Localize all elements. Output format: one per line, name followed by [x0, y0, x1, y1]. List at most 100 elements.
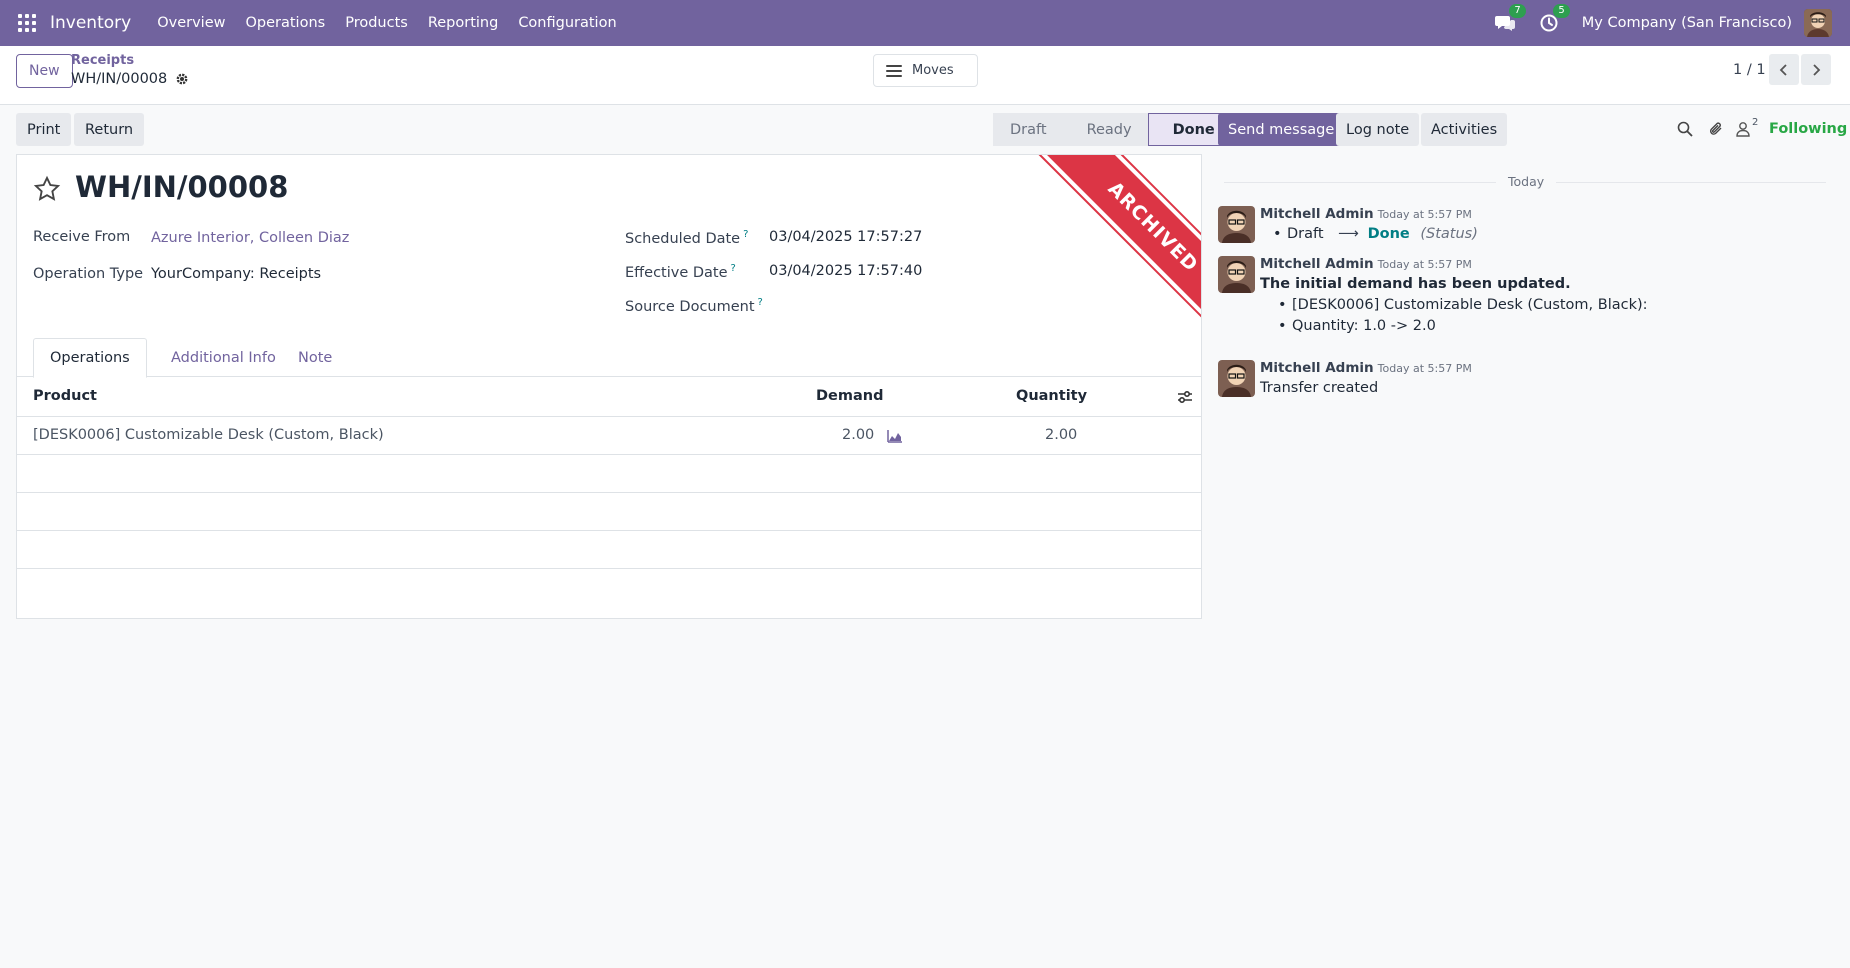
effective-date-label-text: Effective Date — [625, 264, 728, 281]
tracking-new-value: Done — [1367, 226, 1410, 242]
record-title: WH/IN/00008 — [75, 170, 289, 204]
user-avatar[interactable] — [1804, 9, 1832, 37]
send-message-button[interactable]: Send message — [1218, 113, 1345, 146]
scheduled-date-label: Scheduled Date? — [625, 229, 748, 247]
following-button[interactable]: Following — [1769, 121, 1847, 137]
app-name[interactable]: Inventory — [50, 13, 131, 33]
followers-count: 2 — [1752, 117, 1759, 128]
source-document-input[interactable] — [769, 297, 1069, 315]
menu-operations[interactable]: Operations — [245, 15, 325, 31]
table-row-empty — [17, 493, 1201, 531]
source-document-help-icon[interactable]: ? — [758, 297, 763, 308]
form-sheet: ARCHIVED WH/IN/00008 Receive From Azure … — [16, 154, 1202, 619]
message-avatar[interactable] — [1218, 256, 1255, 293]
operations-table-header: Product Demand Quantity — [17, 377, 1201, 417]
forecast-chart-icon[interactable] — [887, 429, 903, 443]
list-icon — [886, 64, 902, 77]
message-author-name[interactable]: Mitchell Admin — [1260, 360, 1374, 376]
row-quantity[interactable]: 2.00 — [1045, 427, 1077, 443]
gear-icon[interactable] — [175, 72, 189, 86]
message-body: Transfer created — [1260, 380, 1379, 396]
new-button[interactable]: New — [16, 54, 73, 88]
statusbar: Draft Ready Done — [993, 113, 1232, 146]
chevron-left-icon — [1779, 63, 1787, 76]
source-document-label-text: Source Document — [625, 298, 755, 315]
message-author[interactable]: Mitchell Admin Today at 5:57 PM — [1260, 360, 1472, 376]
pager-next-button[interactable] — [1801, 54, 1831, 85]
pager-value[interactable]: 1 / 1 — [1733, 62, 1766, 78]
scheduled-date-label-text: Scheduled Date — [625, 230, 741, 247]
status-draft[interactable]: Draft — [993, 113, 1063, 146]
app-grid-icon[interactable] — [18, 14, 36, 32]
tracking-old-value: Draft — [1287, 226, 1324, 242]
message-date: Today at 5:57 PM — [1377, 208, 1472, 221]
pager-previous-button[interactable] — [1769, 54, 1799, 85]
message-avatar[interactable] — [1218, 360, 1255, 397]
table-row-empty — [17, 455, 1201, 493]
messages-icon[interactable]: 7 — [1494, 4, 1526, 34]
menu-reporting[interactable]: Reporting — [428, 15, 499, 31]
menu-products[interactable]: Products — [345, 15, 408, 31]
row-product[interactable]: [DESK0006] Customizable Desk (Custom, Bl… — [33, 427, 384, 443]
activities-clock-icon[interactable]: 5 — [1538, 4, 1570, 34]
scheduled-date-value[interactable]: 03/04/2025 17:57:27 — [769, 229, 922, 245]
message-author-name[interactable]: Mitchell Admin — [1260, 256, 1374, 272]
print-button[interactable]: Print — [16, 113, 72, 146]
activities-button[interactable]: Activities — [1421, 113, 1508, 146]
tab-note[interactable]: Note — [282, 338, 348, 377]
search-icon[interactable] — [1677, 121, 1693, 137]
control-panel: New Receipts WH/IN/00008 Moves 1 / 1 — [0, 46, 1850, 105]
notebook-tabs: Operations Additional Info Note — [17, 338, 1201, 378]
message-list-item: [DESK0006] Customizable Desk (Custom, Bl… — [1278, 297, 1648, 313]
chevron-right-icon — [1813, 63, 1821, 76]
effective-date-help-icon[interactable]: ? — [731, 263, 736, 274]
arrow-right-icon: ⟶ — [1338, 226, 1359, 242]
followers-icon[interactable] — [1735, 121, 1751, 137]
message-date: Today at 5:57 PM — [1377, 258, 1472, 271]
tab-operations[interactable]: Operations — [33, 338, 147, 378]
tab-additional-info[interactable]: Additional Info — [155, 338, 292, 377]
company-switcher[interactable]: My Company (San Francisco) — [1582, 15, 1792, 31]
paperclip-icon[interactable] — [1708, 121, 1724, 137]
status-ready[interactable]: Ready — [1062, 113, 1148, 146]
menu-overview[interactable]: Overview — [157, 15, 225, 31]
table-row-empty — [17, 531, 1201, 569]
optional-columns-icon[interactable] — [1177, 390, 1193, 404]
column-demand[interactable]: Demand — [816, 388, 883, 404]
moves-label: Moves — [912, 63, 954, 78]
receive-from-label: Receive From — [33, 229, 131, 245]
column-quantity[interactable]: Quantity — [1016, 388, 1087, 404]
top-navbar: Inventory Overview Operations Products R… — [0, 0, 1850, 46]
menu-configuration[interactable]: Configuration — [518, 15, 616, 31]
message-author[interactable]: Mitchell Admin Today at 5:57 PM — [1260, 206, 1472, 222]
moves-smart-button[interactable]: Moves — [873, 54, 978, 87]
table-row[interactable]: [DESK0006] Customizable Desk (Custom, Bl… — [17, 417, 1201, 455]
tracking-value: Draft ⟶ Done (Status) — [1273, 226, 1478, 242]
effective-date-value: 03/04/2025 17:57:40 — [769, 263, 923, 279]
message-author[interactable]: Mitchell Admin Today at 5:57 PM — [1260, 256, 1472, 272]
message-date: Today at 5:57 PM — [1377, 362, 1472, 375]
column-product[interactable]: Product — [33, 388, 97, 404]
favorite-star-icon[interactable] — [33, 175, 61, 203]
operation-type-label: Operation Type — [33, 266, 144, 282]
breadcrumb-current-label: WH/IN/00008 — [71, 71, 168, 87]
operation-type-value[interactable]: YourCompany: Receipts — [151, 266, 321, 282]
return-button[interactable]: Return — [74, 113, 145, 146]
systray: 7 5 My Company (San Francisco) — [1494, 0, 1850, 46]
log-note-button[interactable]: Log note — [1336, 113, 1420, 146]
scheduled-date-help-icon[interactable]: ? — [743, 229, 748, 240]
message-body: The initial demand has been updated. — [1260, 276, 1571, 292]
messages-badge: 7 — [1509, 4, 1526, 18]
breadcrumb-current: WH/IN/00008 — [71, 71, 189, 87]
breadcrumb-receipts[interactable]: Receipts — [71, 53, 134, 68]
row-demand[interactable]: 2.00 — [842, 427, 874, 443]
receive-from-value[interactable]: Azure Interior, Colleen Diaz — [151, 230, 349, 246]
message-list-item: Quantity: 1.0 -> 2.0 — [1278, 318, 1436, 334]
effective-date-label: Effective Date? — [625, 263, 736, 281]
message-avatar[interactable] — [1218, 206, 1255, 243]
activities-badge: 5 — [1553, 4, 1570, 18]
date-separator-label: Today — [1496, 174, 1557, 189]
source-document-label: Source Document? — [625, 297, 763, 315]
tracking-field-name: (Status) — [1420, 226, 1478, 242]
message-author-name[interactable]: Mitchell Admin — [1260, 206, 1374, 222]
